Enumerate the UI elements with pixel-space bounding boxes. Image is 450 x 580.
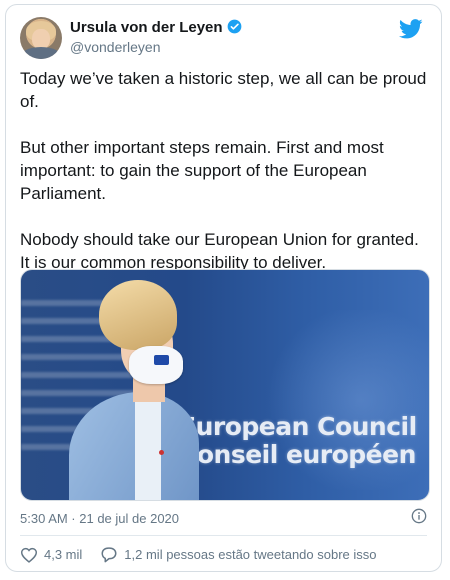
divider	[20, 535, 427, 536]
like-count: 4,3 mil	[44, 547, 83, 562]
person-figure	[61, 280, 211, 500]
conversation-button[interactable]: 1,2 mil pessoas estão tweetando sobre is…	[100, 546, 377, 563]
info-icon[interactable]	[411, 508, 427, 524]
tweet-paragraph-3: Nobody should take our European Union fo…	[20, 230, 419, 272]
author-name-text[interactable]: Ursula von der Leyen	[70, 19, 223, 36]
author-handle[interactable]: @vonderleyen	[70, 39, 161, 55]
tweet-card[interactable]: Ursula von der Leyen @vonderleyen Today …	[5, 4, 442, 572]
tweet-actions: 4,3 mil 1,2 mil pessoas estão tweetando …	[20, 546, 395, 563]
author-name[interactable]: Ursula von der Leyen	[70, 19, 242, 36]
conversation-count: 1,2 mil pessoas estão tweetando sobre is…	[124, 547, 377, 562]
blue-jacket	[69, 392, 199, 500]
avatar[interactable]	[20, 17, 62, 59]
lapel-pin	[159, 450, 164, 455]
sign-text-french: Conseil européen	[179, 440, 416, 469]
tweet-timestamp[interactable]: 5:30 AM · 21 de jul de 2020	[20, 511, 179, 526]
twitter-bird-icon[interactable]	[399, 19, 423, 39]
speech-bubble-icon	[101, 547, 117, 563]
blonde-hair	[99, 280, 177, 350]
white-shirt	[135, 394, 161, 500]
face-mask	[129, 346, 183, 384]
tweet-photo[interactable]: European Council Conseil européen	[20, 269, 430, 501]
like-button[interactable]: 4,3 mil	[20, 547, 82, 563]
tweet-paragraph-1: Today we’ve taken a historic step, we al…	[20, 69, 427, 111]
verified-badge-icon	[227, 19, 241, 34]
tweet-paragraph-2: But other important steps remain. First …	[20, 138, 384, 203]
tweet-text: Today we’ve taken a historic step, we al…	[20, 67, 430, 297]
eu-flag-icon	[154, 355, 169, 365]
heart-icon	[20, 547, 38, 563]
sign-text-english: European Council	[179, 412, 417, 441]
